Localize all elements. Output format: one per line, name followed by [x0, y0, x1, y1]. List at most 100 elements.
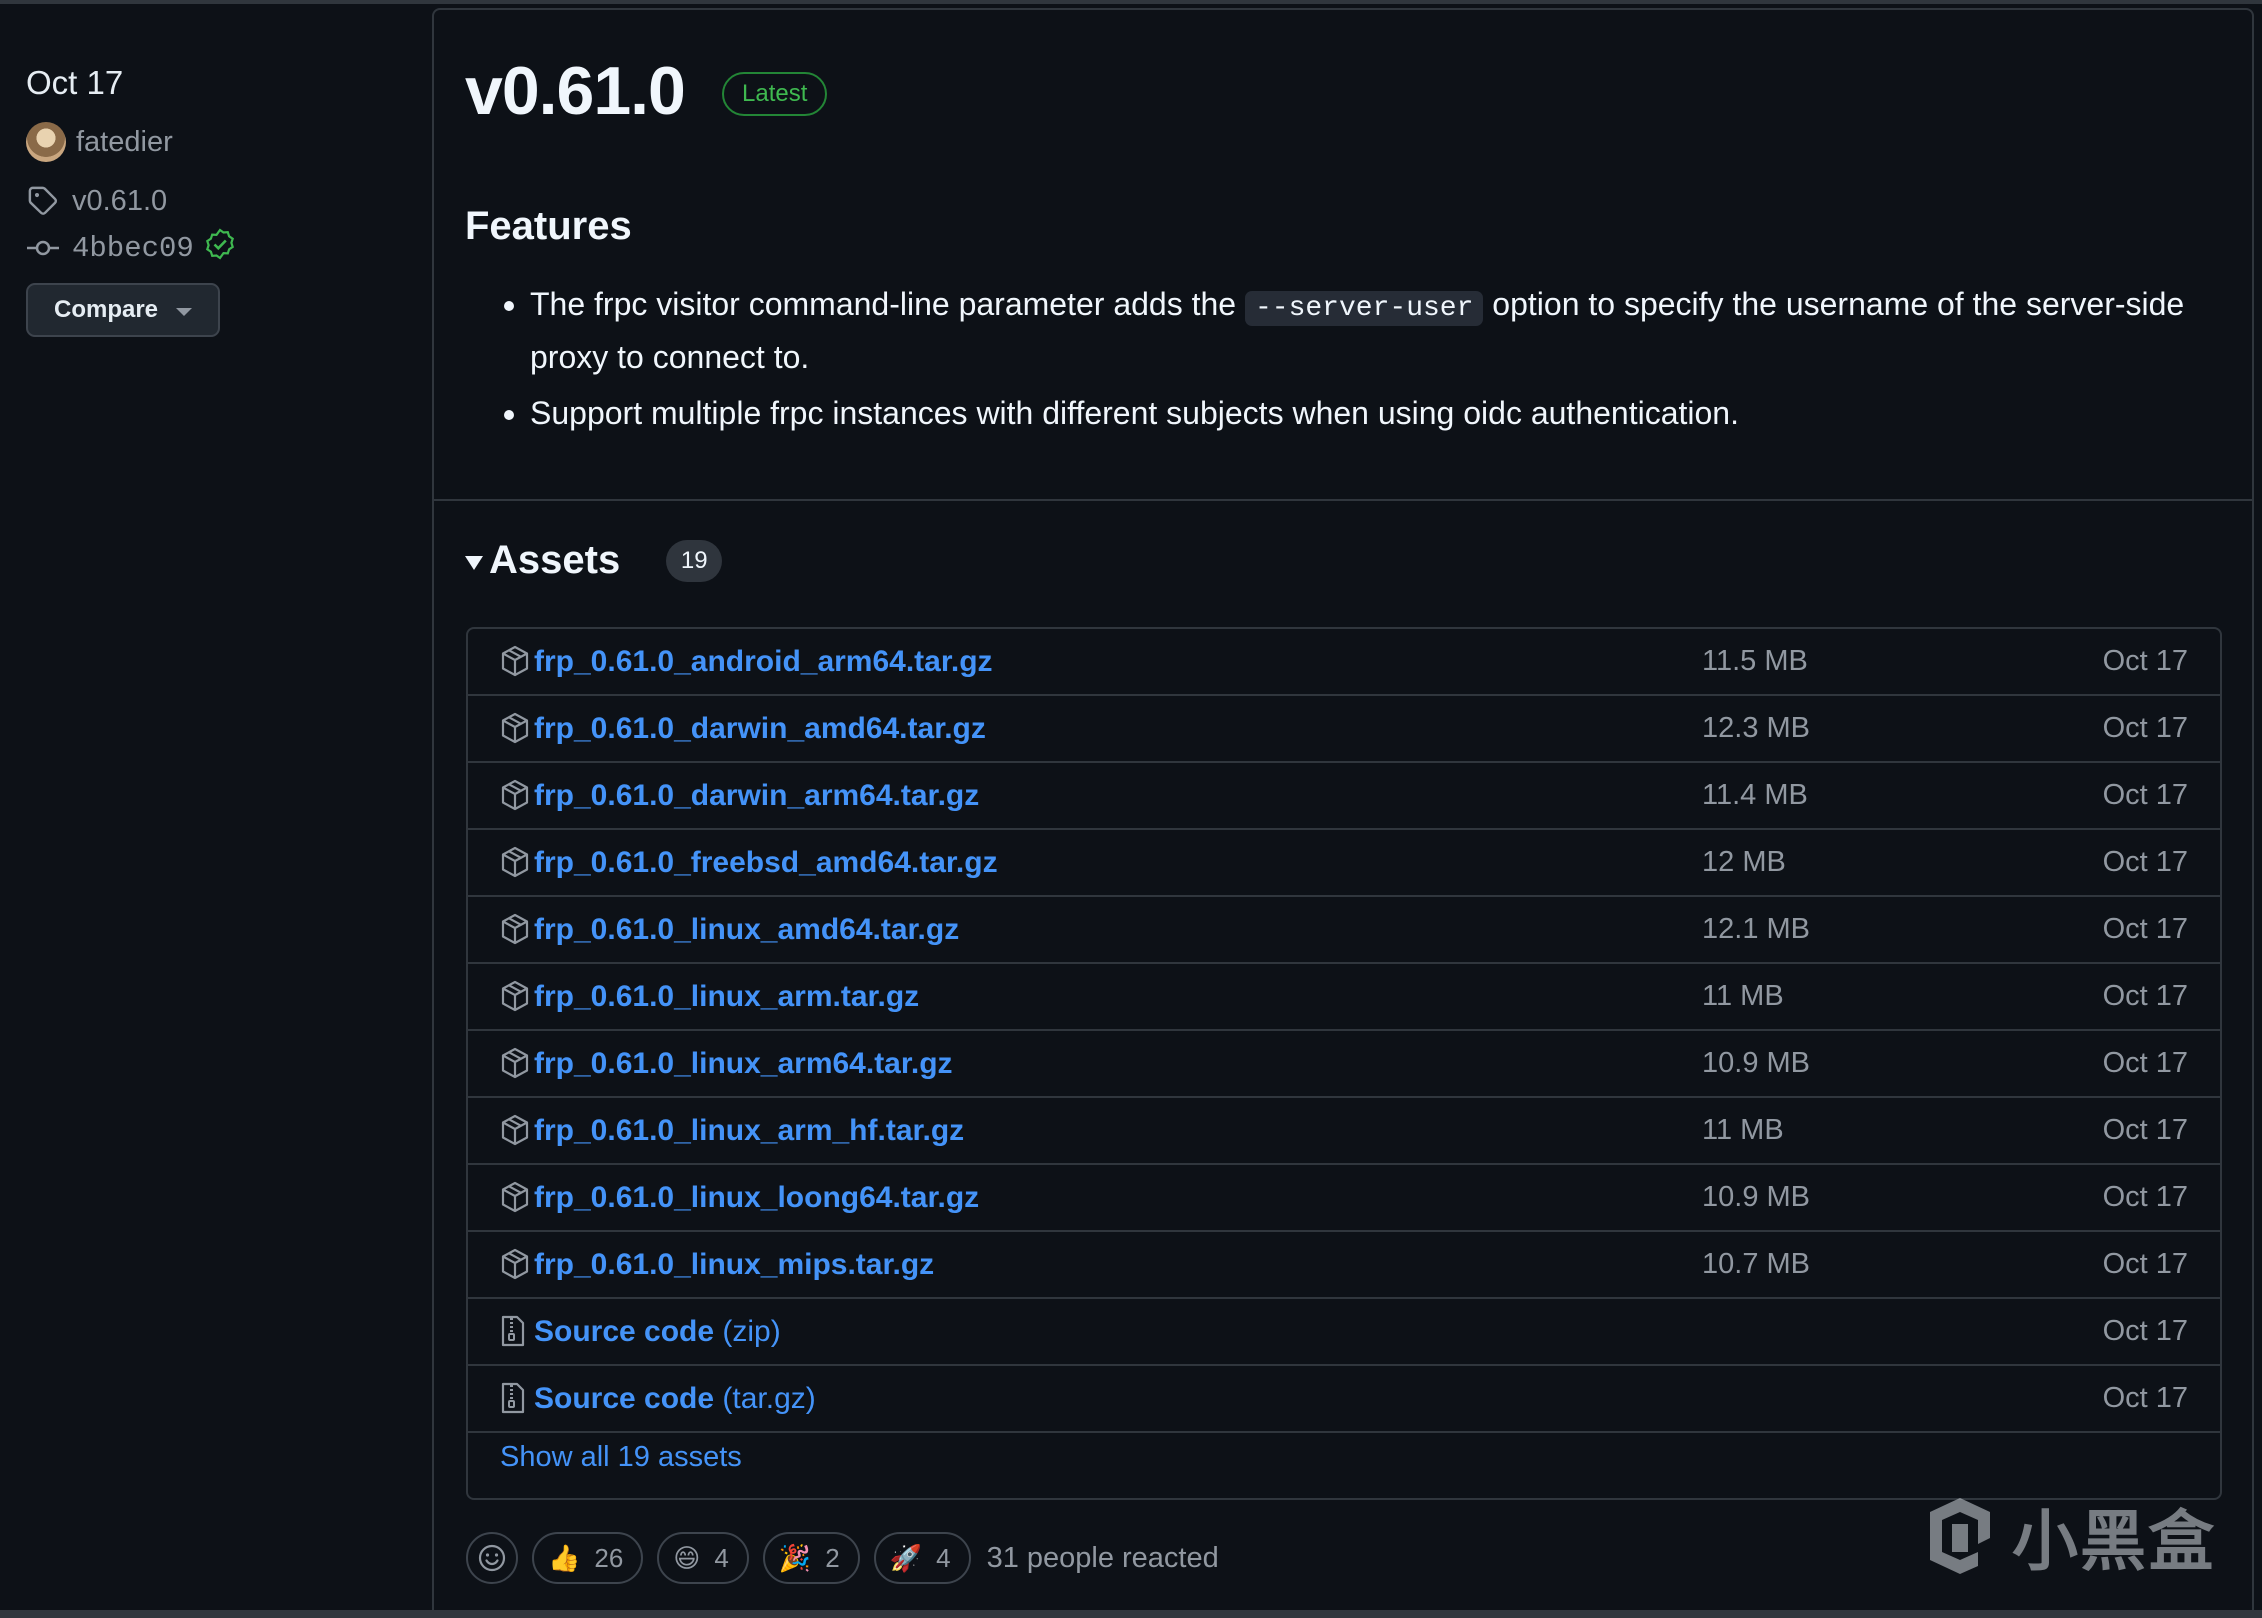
asset-size: 11.5 MB	[1702, 645, 1808, 677]
asset-row: frp_0.61.0_linux_amd64.tar.gz 12.1 MB Oct …	[468, 897, 2220, 964]
reactions-bar: 👍 26 😄 4 🎉 2 🚀 4 31 people reacted	[466, 1532, 1219, 1584]
features-heading: Features	[465, 204, 632, 248]
features-list: The frpc visitor command-line parameter …	[500, 280, 2220, 445]
assets-count-badge: 19	[666, 539, 723, 582]
assets-toggle[interactable]: Assets 19	[465, 538, 723, 583]
inline-code: --server-user	[1244, 291, 1484, 326]
reaction-count: 2	[825, 1542, 840, 1573]
asset-date: Oct 17	[2102, 1248, 2188, 1280]
reaction-emoji: 🚀	[889, 1542, 923, 1573]
commit-icon	[26, 231, 60, 265]
reaction-count: 4	[714, 1542, 729, 1573]
reaction-button[interactable]: 🚀 4	[873, 1532, 971, 1584]
package-icon	[500, 712, 530, 744]
feature-text: Support multiple frpc instances with dif…	[530, 395, 1739, 431]
tag-link[interactable]: v0.61.0	[26, 184, 167, 218]
source-code-row: Source code (tar.gz) Oct 17	[468, 1366, 2220, 1433]
asset-date: Oct 17	[2102, 1382, 2188, 1414]
compare-label: Compare	[53, 296, 159, 323]
watermark-text: 小黑盒	[2012, 1504, 2216, 1578]
asset-download-link[interactable]: frp_0.61.0_darwin_arm64.tar.gz	[534, 763, 979, 828]
package-icon	[500, 1248, 530, 1280]
latest-badge: Latest	[722, 72, 828, 116]
asset-date: Oct 17	[2102, 913, 2188, 945]
feature-item: The frpc visitor command-line parameter …	[530, 280, 2220, 381]
asset-download-link[interactable]: frp_0.61.0_darwin_amd64.tar.gz	[534, 696, 986, 761]
asset-date: Oct 17	[2102, 1181, 2188, 1213]
asset-download-link[interactable]: frp_0.61.0_android_arm64.tar.gz	[534, 629, 993, 694]
show-all-assets-link[interactable]: Show all 19 assets	[500, 1441, 742, 1474]
bottom-border	[0, 1610, 2262, 1618]
asset-download-link[interactable]: frp_0.61.0_linux_arm_hf.tar.gz	[534, 1098, 964, 1163]
source-code-link[interactable]: Source code (tar.gz)	[534, 1366, 816, 1431]
asset-download-link[interactable]: frp_0.61.0_linux_arm.tar.gz	[534, 964, 919, 1029]
reactions-summary: 31 people reacted	[986, 1541, 1219, 1574]
package-icon	[500, 779, 530, 811]
reaction-button[interactable]: 😄 4	[657, 1532, 749, 1584]
asset-date: Oct 17	[2102, 645, 2188, 677]
asset-size: 12 MB	[1702, 846, 1786, 878]
asset-size: 10.9 MB	[1702, 1047, 1810, 1079]
feature-text: The frpc visitor command-line parameter …	[530, 286, 1245, 322]
asset-row: frp_0.61.0_linux_arm_hf.tar.gz 11 MB Oct 1…	[468, 1098, 2220, 1165]
asset-row: frp_0.61.0_darwin_amd64.tar.gz 12.3 MB Oct…	[468, 696, 2220, 763]
asset-download-link[interactable]: frp_0.61.0_linux_loong64.tar.gz	[534, 1165, 979, 1230]
avatar[interactable]	[26, 122, 66, 162]
tag-label[interactable]: v0.61.0	[72, 185, 167, 218]
package-icon	[500, 913, 530, 945]
package-icon	[500, 645, 530, 677]
asset-download-link[interactable]: frp_0.61.0_linux_mips.tar.gz	[534, 1232, 934, 1297]
asset-download-link[interactable]: frp_0.61.0_linux_arm64.tar.gz	[534, 1031, 953, 1096]
commit-link[interactable]: 4bbec09	[26, 228, 236, 268]
asset-download-link[interactable]: frp_0.61.0_freebsd_amd64.tar.gz	[534, 830, 998, 895]
author-name[interactable]: fatedier	[76, 126, 173, 159]
feature-item: Support multiple frpc instances with dif…	[530, 389, 2220, 437]
reaction-count: 4	[936, 1542, 951, 1573]
package-icon	[500, 1114, 530, 1146]
asset-date: Oct 17	[2102, 712, 2188, 744]
release-sidebar: Oct 17 fatedier v0.61.0 4bbec09 Compare	[0, 4, 432, 1610]
verified-check-icon[interactable]	[204, 228, 236, 268]
tag-icon	[26, 184, 60, 218]
package-icon	[500, 980, 530, 1012]
asset-date: Oct 17	[2102, 779, 2188, 811]
asset-size: 11.4 MB	[1702, 779, 1808, 811]
package-icon	[500, 1047, 530, 1079]
file-zip-icon	[500, 1315, 530, 1347]
section-divider	[434, 499, 2252, 501]
smiley-icon	[478, 1544, 506, 1572]
asset-date: Oct 17	[2102, 846, 2188, 878]
assets-heading[interactable]: Assets	[489, 538, 620, 583]
release-title[interactable]: v0.61.0	[465, 52, 686, 130]
chevron-down-icon	[176, 308, 193, 316]
asset-size: 11 MB	[1702, 1114, 1784, 1146]
reaction-emoji: 🎉	[778, 1542, 812, 1573]
author-link[interactable]: fatedier	[26, 122, 173, 162]
add-reaction-button[interactable]	[466, 1532, 518, 1584]
source-code-row: Source code (zip) Oct 17	[468, 1299, 2220, 1366]
reaction-emoji: 👍	[548, 1542, 581, 1573]
asset-date: Oct 17	[2102, 1047, 2188, 1079]
source-code-format: (tar.gz)	[722, 1382, 816, 1415]
asset-download-link[interactable]: frp_0.61.0_linux_amd64.tar.gz	[534, 897, 959, 962]
release-date: Oct 17	[26, 64, 124, 101]
source-code-link[interactable]: Source code (zip)	[534, 1299, 781, 1364]
source-code-label: Source code	[534, 1382, 715, 1415]
asset-row: frp_0.61.0_darwin_arm64.tar.gz 11.4 MB Oct…	[468, 763, 2220, 830]
reaction-emoji: 😄	[673, 1542, 701, 1573]
asset-size: 10.9 MB	[1702, 1181, 1810, 1213]
reaction-count: 26	[594, 1542, 624, 1573]
file-zip-icon	[500, 1382, 530, 1414]
asset-row: frp_0.61.0_linux_arm64.tar.gz 10.9 MB Oct …	[468, 1031, 2220, 1098]
assets-list: frp_0.61.0_android_arm64.tar.gz 11.5 MB Oc…	[466, 627, 2222, 1500]
compare-button[interactable]: Compare	[26, 283, 220, 337]
asset-row: frp_0.61.0_linux_mips.tar.gz 10.7 MB Oct 1…	[468, 1232, 2220, 1299]
asset-row: frp_0.61.0_linux_loong64.tar.gz 10.9 MB Oc…	[468, 1165, 2220, 1232]
reaction-button[interactable]: 🎉 2	[762, 1532, 860, 1584]
package-icon	[500, 846, 530, 878]
package-icon	[500, 1181, 530, 1213]
asset-size: 10.7 MB	[1702, 1248, 1810, 1280]
commit-sha[interactable]: 4bbec09	[72, 232, 194, 265]
reaction-button[interactable]: 👍 26	[532, 1532, 644, 1584]
asset-date: Oct 17	[2102, 980, 2188, 1012]
